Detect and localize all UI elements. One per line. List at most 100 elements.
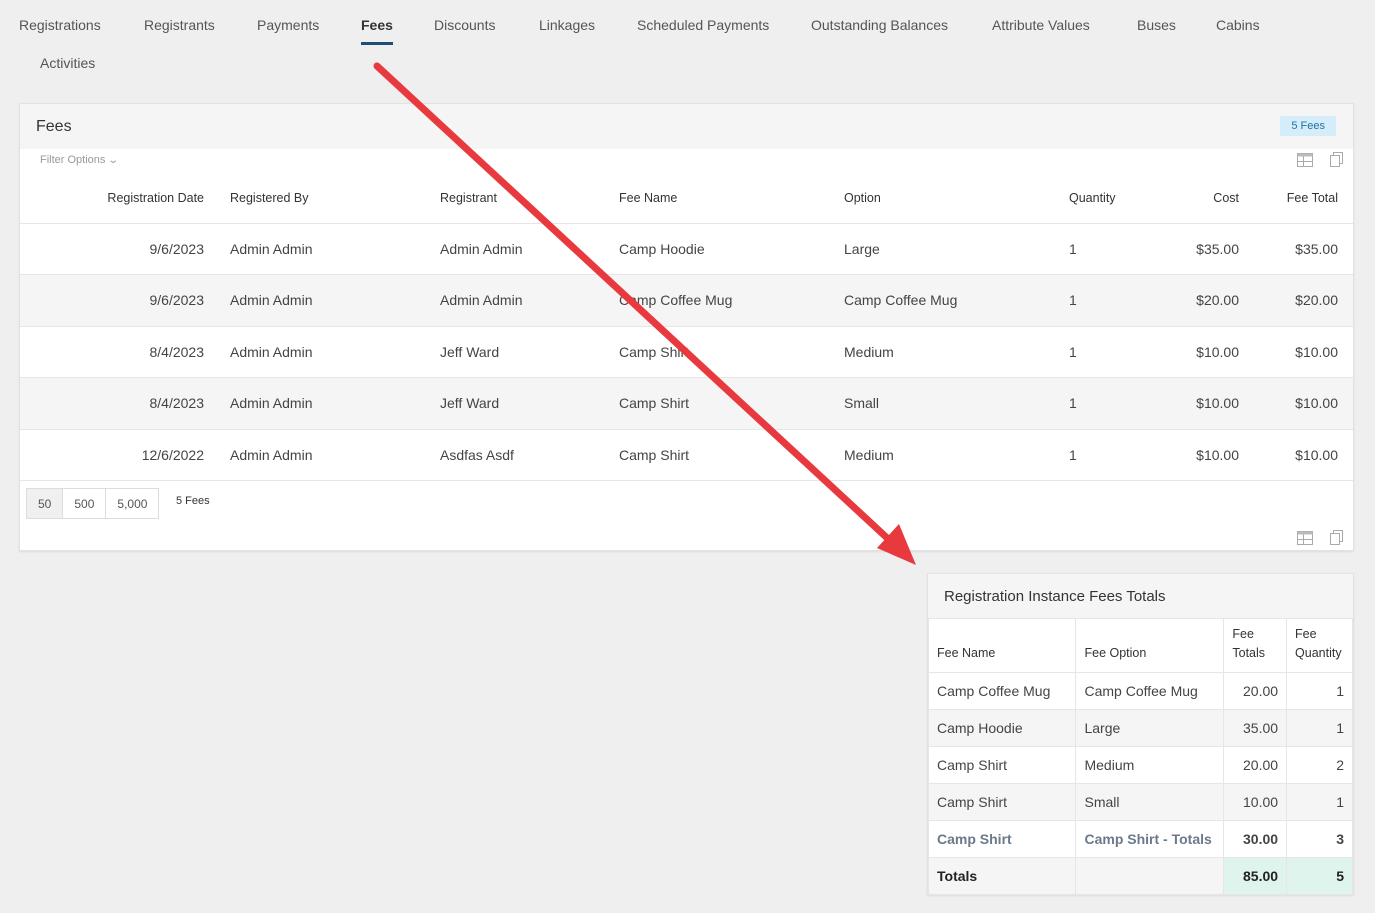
grid-icon[interactable] xyxy=(1297,153,1313,167)
cell-quantity: 1 xyxy=(1043,274,1141,327)
cell-fee-quantity: 1 xyxy=(1286,783,1353,821)
cell-fee-option: Camp Shirt - Totals xyxy=(1075,820,1225,858)
page-size-50-button[interactable]: 50 xyxy=(26,488,64,519)
column-header[interactable]: Registered By xyxy=(204,173,414,224)
cell-option: Medium xyxy=(818,326,1043,378)
record-count: 5 Fees xyxy=(176,495,210,507)
subtotal-row: Camp Shirt Camp Shirt - Totals 30.00 3 xyxy=(927,820,1353,858)
grand-total-quantity: 5 xyxy=(1286,857,1353,895)
cell-registration-date: 12/6/2022 xyxy=(20,429,204,481)
fees-panel: Fees 5 Fees Filter Options ⌄ Registration… xyxy=(19,103,1354,551)
cell-fee-option: Medium xyxy=(1075,746,1225,784)
column-header[interactable]: Registrant xyxy=(414,173,593,224)
page-size-selector: 50 500 5,000 xyxy=(26,488,160,519)
tab-attribute-values[interactable]: Attribute Values xyxy=(992,17,1090,33)
table-row: Camp Shirt Medium 20.00 2 xyxy=(927,746,1353,784)
cell-fee-total: $10.00 xyxy=(1239,326,1353,378)
fees-totals-panel: Registration Instance Fees Totals Fee Na… xyxy=(927,573,1354,895)
table-header-row: Registration Date Registered By Registra… xyxy=(20,173,1353,224)
grid-icon[interactable] xyxy=(1297,531,1313,545)
cell-fee-name: Camp Hoodie xyxy=(593,223,818,275)
filter-options-toggle[interactable]: Filter Options ⌄ xyxy=(40,154,119,166)
column-header: Fee Name xyxy=(927,618,1077,673)
column-header[interactable]: Quantity xyxy=(1043,173,1141,224)
page-size-500-button[interactable]: 500 xyxy=(62,488,107,519)
table-row[interactable]: 8/4/2023 Admin Admin Jeff Ward Camp Shir… xyxy=(20,326,1353,378)
column-header[interactable]: Fee Total xyxy=(1239,173,1353,224)
grand-total-spacer xyxy=(1075,857,1225,895)
tab-registrations[interactable]: Registrations xyxy=(19,17,101,33)
cell-fee-quantity: 1 xyxy=(1286,709,1353,747)
cell-fee-option: Camp Coffee Mug xyxy=(1075,672,1225,710)
cell-registered-by: Admin Admin xyxy=(204,274,414,327)
cell-fee-totals: 35.00 xyxy=(1223,709,1288,747)
table-row: Camp Hoodie Large 35.00 1 xyxy=(927,709,1353,747)
cell-fee-option: Large xyxy=(1075,709,1225,747)
table-header-row: Fee Name Fee Option Fee Totals Fee Quant… xyxy=(927,618,1353,673)
column-header[interactable]: Cost xyxy=(1141,173,1239,224)
cell-registrant: Jeff Ward xyxy=(414,377,593,430)
page-size-5000-button[interactable]: 5,000 xyxy=(105,488,160,519)
cell-fee-option: Small xyxy=(1075,783,1225,821)
tab-payments[interactable]: Payments xyxy=(257,17,319,33)
cell-option: Small xyxy=(818,377,1043,430)
cell-cost: $35.00 xyxy=(1141,223,1239,275)
tab-linkages[interactable]: Linkages xyxy=(539,17,595,33)
cell-registrant: Jeff Ward xyxy=(414,326,593,378)
cell-fee-total: $20.00 xyxy=(1239,274,1353,327)
cell-fee-totals: 20.00 xyxy=(1223,672,1288,710)
table-row[interactable]: 9/6/2023 Admin Admin Admin Admin Camp Ho… xyxy=(20,223,1353,275)
tab-fees[interactable]: Fees xyxy=(361,17,393,45)
tab-activities[interactable]: Activities xyxy=(40,55,95,71)
fees-totals-title: Registration Instance Fees Totals xyxy=(944,588,1166,605)
grand-total-label: Totals xyxy=(927,857,1077,895)
cell-fee-quantity: 1 xyxy=(1286,672,1353,710)
cell-cost: $10.00 xyxy=(1141,377,1239,430)
cell-option: Large xyxy=(818,223,1043,275)
cell-option: Camp Coffee Mug xyxy=(818,274,1043,327)
cell-fee-quantity: 2 xyxy=(1286,746,1353,784)
column-header: Fee Option xyxy=(1075,618,1225,673)
cell-fee-totals: 20.00 xyxy=(1223,746,1288,784)
column-header: Fee Quantity xyxy=(1286,618,1353,673)
cell-option: Medium xyxy=(818,429,1043,481)
cell-fee-name: Camp Shirt xyxy=(927,820,1077,858)
table-row[interactable]: 9/6/2023 Admin Admin Admin Admin Camp Co… xyxy=(20,274,1353,327)
cell-fee-name: Camp Shirt xyxy=(593,429,818,481)
cell-fee-name: Camp Shirt xyxy=(593,377,818,430)
cell-quantity: 1 xyxy=(1043,223,1141,275)
cell-registrant: Admin Admin xyxy=(414,223,593,275)
table-row: Camp Coffee Mug Camp Coffee Mug 20.00 1 xyxy=(927,672,1353,710)
table-row[interactable]: 12/6/2022 Admin Admin Asdfas Asdf Camp S… xyxy=(20,429,1353,481)
column-header[interactable]: Fee Name xyxy=(593,173,818,224)
fees-totals-header: Registration Instance Fees Totals xyxy=(928,574,1353,618)
cell-fee-name: Camp Shirt xyxy=(927,783,1077,821)
cell-registration-date: 8/4/2023 xyxy=(20,326,204,378)
cell-registrant: Admin Admin xyxy=(414,274,593,327)
tab-cabins[interactable]: Cabins xyxy=(1216,17,1260,33)
copy-icon[interactable] xyxy=(1330,152,1346,167)
copy-icon[interactable] xyxy=(1330,530,1346,545)
cell-registered-by: Admin Admin xyxy=(204,377,414,430)
cell-fee-total: $10.00 xyxy=(1239,429,1353,481)
cell-registered-by: Admin Admin xyxy=(204,326,414,378)
tab-buses[interactable]: Buses xyxy=(1137,17,1176,33)
cell-registration-date: 9/6/2023 xyxy=(20,223,204,275)
tab-registrants[interactable]: Registrants xyxy=(144,17,215,33)
grand-total-amount: 85.00 xyxy=(1223,857,1288,895)
cell-fee-name: Camp Shirt xyxy=(593,326,818,378)
cell-registered-by: Admin Admin xyxy=(204,223,414,275)
table-row[interactable]: 8/4/2023 Admin Admin Jeff Ward Camp Shir… xyxy=(20,377,1353,430)
column-header[interactable]: Option xyxy=(818,173,1043,224)
cell-fee-total: $35.00 xyxy=(1239,223,1353,275)
cell-registration-date: 9/6/2023 xyxy=(20,274,204,327)
column-header[interactable]: Registration Date xyxy=(20,173,204,224)
tab-scheduled-payments[interactable]: Scheduled Payments xyxy=(637,17,769,33)
grand-total-row: Totals 85.00 5 xyxy=(927,857,1353,895)
fees-table: Registration Date Registered By Registra… xyxy=(20,173,1353,481)
cell-fee-total: $10.00 xyxy=(1239,377,1353,430)
fees-totals-table: Fee Name Fee Option Fee Totals Fee Quant… xyxy=(927,618,1353,895)
tab-discounts[interactable]: Discounts xyxy=(434,17,495,33)
tab-outstanding-balances[interactable]: Outstanding Balances xyxy=(811,17,948,33)
filter-options-label: Filter Options xyxy=(40,154,106,166)
